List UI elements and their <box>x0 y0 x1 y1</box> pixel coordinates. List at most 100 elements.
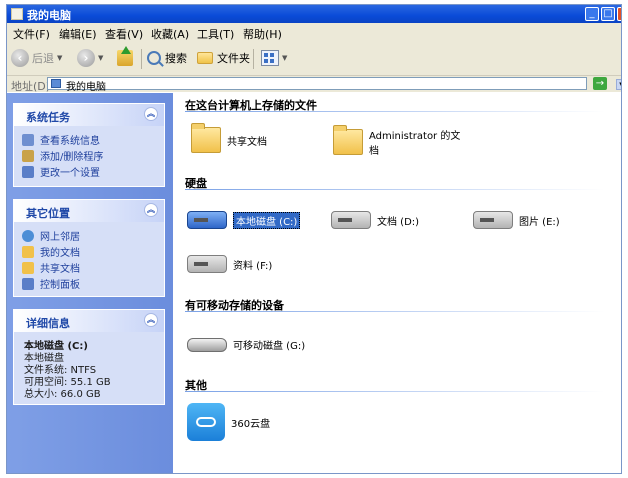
folders-icon <box>197 52 213 64</box>
folder-icon <box>333 125 363 155</box>
link-label: 共享文档 <box>40 264 80 275</box>
item-administrator-documents[interactable]: Administrator 的文档 <box>333 125 469 157</box>
details-total-size: 总大小: 66.0 GB <box>24 389 101 400</box>
close-button[interactable]: × <box>617 7 621 21</box>
link-shared-documents[interactable]: 共享文档 <box>22 260 80 275</box>
menu-help[interactable]: 帮助(H) <box>243 26 282 42</box>
hard-drive-icon <box>331 211 371 229</box>
item-360-cloud[interactable]: 360云盘 <box>187 403 270 441</box>
details-header[interactable]: 详细信息 ︽ <box>14 310 164 332</box>
window-title: 我的电脑 <box>27 9 71 22</box>
views-button[interactable]: ▼ <box>261 50 287 66</box>
window: 我的电脑 _ □ × 文件(F) 编辑(E) 查看(V) 收藏(A) 工具(T)… <box>6 4 622 474</box>
back-dropdown-icon[interactable]: ▼ <box>57 54 62 62</box>
link-change-setting[interactable]: 更改一个设置 <box>22 164 100 179</box>
group-divider <box>185 111 605 112</box>
shared-folder-icon <box>22 261 34 274</box>
group-divider <box>185 189 605 190</box>
forward-button[interactable]: › ▼ <box>77 47 103 69</box>
group-divider <box>185 391 605 392</box>
address-value: 我的电脑 <box>66 82 106 93</box>
hard-drive-icon <box>473 211 513 229</box>
address-field[interactable]: 我的电脑 ▼ <box>47 77 621 93</box>
go-button[interactable]: → <box>593 77 607 90</box>
programs-icon <box>22 149 34 162</box>
folder-icon <box>191 123 221 153</box>
menu-favorites[interactable]: 收藏(A) <box>151 26 189 42</box>
my-documents-icon <box>22 245 34 258</box>
content-area: 在这台计算机上存储的文件 共享文档 Administrator 的文档 硬盘 本… <box>173 93 621 473</box>
collapse-icon[interactable]: ︽ <box>144 313 158 327</box>
menu-view[interactable]: 查看(V) <box>105 26 143 42</box>
back-arrow-icon: ‹ <box>11 49 29 67</box>
details-panel: 详细信息 ︽ 本地磁盘 (C:) 本地磁盘 文件系统: NTFS 可用空间: 5… <box>13 309 165 405</box>
item-label: 360云盘 <box>231 418 271 430</box>
menu-edit[interactable]: 编辑(E) <box>59 26 97 42</box>
system-tasks-header[interactable]: 系统任务 ︽ <box>14 104 164 126</box>
toolbar-separator <box>141 49 142 69</box>
task-pane: 系统任务 ︽ 查看系统信息 添加/删除程序 更改一个设置 其它位置 ︽ 网上邻居… <box>7 93 173 473</box>
network-icon <box>22 229 34 242</box>
maximize-button[interactable]: □ <box>601 7 615 21</box>
item-label: 图片 (E:) <box>519 216 560 228</box>
group-divider <box>185 311 605 312</box>
toolbar-separator <box>253 49 254 69</box>
link-control-panel[interactable]: 控制面板 <box>22 276 80 291</box>
item-label: Administrator 的文档 <box>369 131 461 157</box>
link-label: 控制面板 <box>40 280 80 291</box>
item-label: 资料 (F:) <box>233 260 273 272</box>
control-panel-icon <box>22 165 34 178</box>
item-shared-documents[interactable]: 共享文档 <box>191 123 267 153</box>
control-panel-icon <box>22 277 34 290</box>
search-button[interactable]: 搜索 <box>147 50 187 66</box>
other-places-header[interactable]: 其它位置 ︽ <box>14 200 164 222</box>
minimize-button[interactable]: _ <box>585 7 599 21</box>
back-button[interactable]: ‹ 后退 ▼ <box>11 47 62 69</box>
collapse-icon[interactable]: ︽ <box>144 203 158 217</box>
item-label: 文档 (D:) <box>377 216 420 228</box>
my-computer-icon <box>11 8 23 20</box>
toolbar: ‹ 后退 ▼ › ▼ 搜索 文件夹 ▼ <box>7 41 621 76</box>
item-drive-g[interactable]: 可移动磁盘 (G:) <box>187 337 305 352</box>
link-network-places[interactable]: 网上邻居 <box>22 228 80 243</box>
title-bar[interactable]: 我的电脑 _ □ × <box>7 5 621 23</box>
hard-drive-icon <box>187 211 227 229</box>
item-label: 本地磁盘 (C:) <box>233 211 301 229</box>
address-bar: 地址(D) 我的电脑 ▼ → <box>7 76 621 93</box>
link-label: 更改一个设置 <box>40 168 100 179</box>
address-dropdown-icon[interactable]: ▼ <box>616 79 621 90</box>
system-info-icon <box>22 133 34 146</box>
link-label: 网上邻居 <box>40 232 80 243</box>
item-drive-c[interactable]: 本地磁盘 (C:) <box>187 211 301 229</box>
menu-file[interactable]: 文件(F) <box>13 26 50 42</box>
views-icon <box>261 50 279 66</box>
link-label: 添加/删除程序 <box>40 152 104 163</box>
link-view-system-info[interactable]: 查看系统信息 <box>22 132 100 147</box>
item-drive-f[interactable]: 资料 (F:) <box>187 255 272 273</box>
item-label: 共享文档 <box>227 136 267 148</box>
forward-dropdown-icon[interactable]: ▼ <box>98 54 103 62</box>
folders-label: 文件夹 <box>217 52 250 65</box>
views-dropdown-icon: ▼ <box>282 54 288 62</box>
link-label: 我的文档 <box>40 248 80 259</box>
collapse-icon[interactable]: ︽ <box>144 107 158 121</box>
menu-tools[interactable]: 工具(T) <box>197 26 234 42</box>
folders-button[interactable]: 文件夹 <box>197 50 250 66</box>
link-add-remove-programs[interactable]: 添加/删除程序 <box>22 148 103 163</box>
menu-bar: 文件(F) 编辑(E) 查看(V) 收藏(A) 工具(T) 帮助(H) <box>7 23 621 42</box>
address-label: 地址(D) <box>11 80 51 93</box>
search-label: 搜索 <box>165 52 187 65</box>
item-drive-d[interactable]: 文档 (D:) <box>331 211 419 229</box>
panel-title: 系统任务 <box>26 111 70 124</box>
item-label: 可移动磁盘 (G:) <box>233 341 306 352</box>
cloud-icon <box>187 403 225 441</box>
item-drive-e[interactable]: 图片 (E:) <box>473 211 560 229</box>
link-label: 查看系统信息 <box>40 136 100 147</box>
link-my-documents[interactable]: 我的文档 <box>22 244 80 259</box>
my-computer-icon <box>51 79 61 88</box>
hard-drive-icon <box>187 255 227 273</box>
removable-disk-icon <box>187 337 227 352</box>
up-folder-icon[interactable] <box>117 46 133 66</box>
search-icon <box>147 51 161 65</box>
other-places-panel: 其它位置 ︽ 网上邻居 我的文档 共享文档 控制面板 <box>13 199 165 297</box>
